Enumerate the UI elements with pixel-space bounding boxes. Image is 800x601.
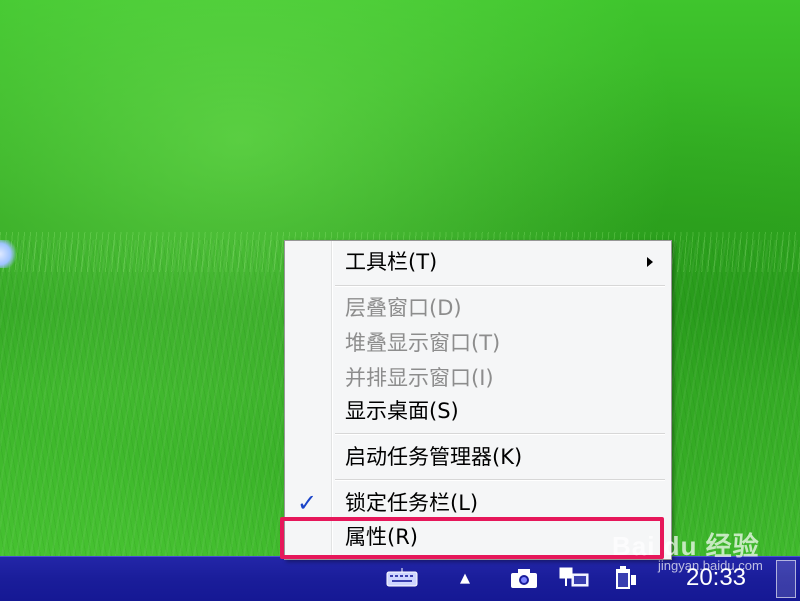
menu-item-label: 启动任务管理器(K) — [345, 445, 523, 469]
menu-separator — [335, 479, 665, 481]
menu-separator — [335, 433, 665, 435]
menu-item-side-by-side-windows: 并排显示窗口(I) — [285, 364, 671, 392]
highlight-box — [280, 517, 664, 559]
watermark-url: jingyan.baidu.com — [658, 558, 763, 573]
menu-item-cascade-windows: 层叠窗口(D) — [285, 294, 671, 322]
network-icon[interactable] — [556, 566, 592, 590]
camera-icon[interactable] — [506, 566, 542, 590]
menu-item-label: 显示桌面(S) — [345, 399, 459, 423]
menu-item-label: 并排显示窗口(I) — [345, 366, 494, 390]
submenu-arrow-icon — [647, 257, 653, 267]
show-desktop-button[interactable] — [776, 560, 796, 598]
menu-item-show-desktop[interactable]: 显示桌面(S) — [285, 397, 671, 425]
menu-separator — [335, 285, 665, 287]
keyboard-icon[interactable] — [384, 566, 420, 590]
checkmark-icon: ✓ — [297, 489, 318, 517]
menu-item-label: 堆叠显示窗口(T) — [345, 331, 501, 355]
menu-item-task-manager[interactable]: 启动任务管理器(K) — [285, 443, 671, 471]
show-hidden-icons-arrow[interactable]: ▲ — [454, 566, 476, 590]
desktop-edge-object — [0, 240, 16, 268]
menu-item-label: 工具栏(T) — [345, 250, 438, 274]
menu-item-toolbars[interactable]: 工具栏(T) — [285, 248, 671, 276]
baidu-watermark: Bai du 经验 jingyan.baidu.com — [612, 510, 763, 573]
menu-item-label: 层叠窗口(D) — [345, 296, 462, 320]
menu-item-label: 锁定任务栏(L) — [345, 491, 479, 515]
menu-item-stack-windows: 堆叠显示窗口(T) — [285, 329, 671, 357]
